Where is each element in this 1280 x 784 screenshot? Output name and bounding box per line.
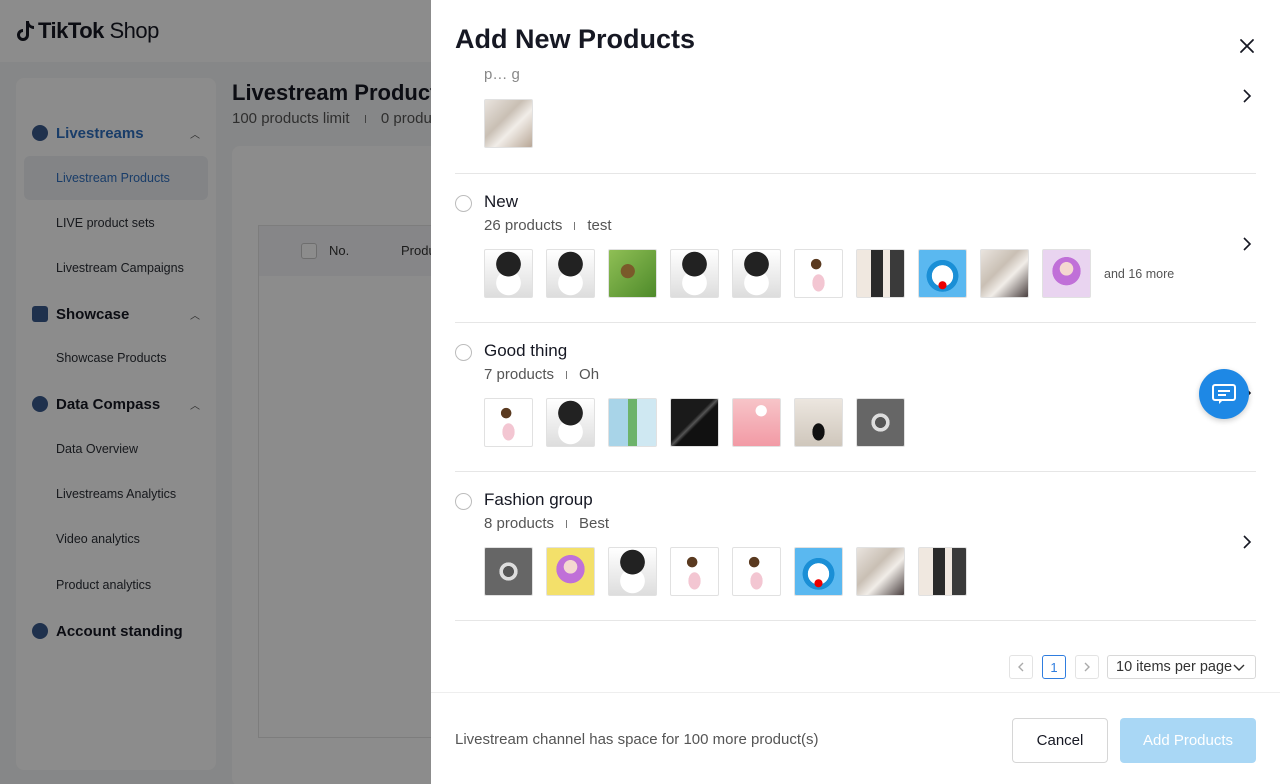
product-thumbnail bbox=[546, 547, 595, 596]
set-meta-partial: p… g bbox=[484, 66, 520, 83]
thumbnail-strip: and 16 more bbox=[484, 249, 1174, 298]
set-count: 7 products bbox=[484, 366, 555, 383]
list-item[interactable]: Fashion group 8 products Best bbox=[455, 472, 1256, 621]
product-thumbnail bbox=[670, 547, 719, 596]
set-radio[interactable] bbox=[455, 344, 472, 361]
product-thumbnail bbox=[1042, 249, 1091, 298]
product-thumbnail bbox=[546, 398, 595, 447]
cancel-button[interactable]: Cancel bbox=[1012, 718, 1108, 763]
set-meta: p… g bbox=[484, 66, 520, 83]
chevron-right-icon[interactable] bbox=[1241, 237, 1253, 251]
items-per-page-value: 10 items per page bbox=[1116, 659, 1233, 675]
product-thumbnail bbox=[856, 547, 905, 596]
chat-support-button[interactable] bbox=[1199, 369, 1249, 419]
capacity-text: Livestream channel has space for 100 mor… bbox=[455, 731, 819, 748]
add-products-drawer: Add New Products p… g New 26 products tes… bbox=[431, 0, 1280, 784]
product-thumbnail bbox=[794, 398, 843, 447]
set-count: 8 products bbox=[484, 515, 555, 532]
chevron-right-icon bbox=[1084, 662, 1090, 672]
next-page-button[interactable] bbox=[1075, 655, 1099, 679]
close-icon[interactable] bbox=[1237, 36, 1257, 56]
product-thumbnail bbox=[608, 547, 657, 596]
more-products-text: and 16 more bbox=[1104, 266, 1175, 281]
product-thumbnail bbox=[546, 249, 595, 298]
list-item[interactable]: p… g bbox=[455, 62, 1256, 174]
product-sets-list[interactable]: p… g New 26 products test and 16 more Go… bbox=[431, 62, 1280, 632]
set-radio[interactable] bbox=[455, 493, 472, 510]
drawer-title: Add New Products bbox=[455, 24, 696, 54]
product-thumbnail bbox=[732, 249, 781, 298]
items-per-page-select[interactable]: 10 items per page bbox=[1107, 655, 1256, 679]
thumbnail-strip bbox=[484, 99, 533, 148]
list-item[interactable]: New 26 products test and 16 more bbox=[455, 174, 1256, 323]
add-products-button[interactable]: Add Products bbox=[1120, 718, 1256, 763]
product-thumbnail bbox=[484, 547, 533, 596]
product-thumbnail bbox=[794, 547, 843, 596]
set-name: Good thing bbox=[484, 341, 568, 360]
chat-icon bbox=[1212, 384, 1236, 404]
product-thumbnail bbox=[608, 249, 657, 298]
product-thumbnail bbox=[856, 249, 905, 298]
set-meta: 7 products Oh bbox=[484, 366, 599, 383]
set-meta: 26 products test bbox=[484, 217, 612, 234]
set-name: New bbox=[484, 192, 519, 211]
drawer-footer: Livestream channel has space for 100 mor… bbox=[431, 692, 1280, 784]
product-thumbnail bbox=[670, 249, 719, 298]
product-thumbnail bbox=[732, 547, 781, 596]
set-meta: 8 products Best bbox=[484, 515, 609, 532]
product-thumbnail bbox=[484, 249, 533, 298]
divider bbox=[574, 221, 576, 230]
set-description: Best bbox=[579, 515, 610, 532]
thumbnail-strip bbox=[484, 398, 905, 447]
product-thumbnail bbox=[856, 398, 905, 447]
product-thumbnail bbox=[918, 547, 967, 596]
chevron-down-icon bbox=[1233, 664, 1245, 671]
thumbnail-strip bbox=[484, 547, 967, 596]
chevron-right-icon[interactable] bbox=[1241, 89, 1253, 103]
chevron-left-icon bbox=[1018, 662, 1024, 672]
product-thumbnail bbox=[980, 249, 1029, 298]
product-thumbnail bbox=[484, 398, 533, 447]
list-item[interactable]: Good thing 7 products Oh bbox=[455, 323, 1256, 472]
page-number-current[interactable]: 1 bbox=[1042, 655, 1066, 679]
product-thumbnail bbox=[484, 99, 533, 148]
product-thumbnail bbox=[918, 249, 967, 298]
product-thumbnail bbox=[794, 249, 843, 298]
chevron-right-icon[interactable] bbox=[1241, 535, 1253, 549]
set-description: Oh bbox=[579, 366, 600, 383]
set-radio[interactable] bbox=[455, 195, 472, 212]
divider bbox=[566, 519, 568, 528]
prev-page-button[interactable] bbox=[1009, 655, 1033, 679]
product-thumbnail bbox=[670, 398, 719, 447]
set-description: test bbox=[587, 217, 612, 234]
product-thumbnail bbox=[608, 398, 657, 447]
set-count: 26 products bbox=[484, 217, 563, 234]
set-name: Fashion group bbox=[484, 490, 593, 509]
product-thumbnail bbox=[732, 398, 781, 447]
divider bbox=[566, 370, 568, 379]
